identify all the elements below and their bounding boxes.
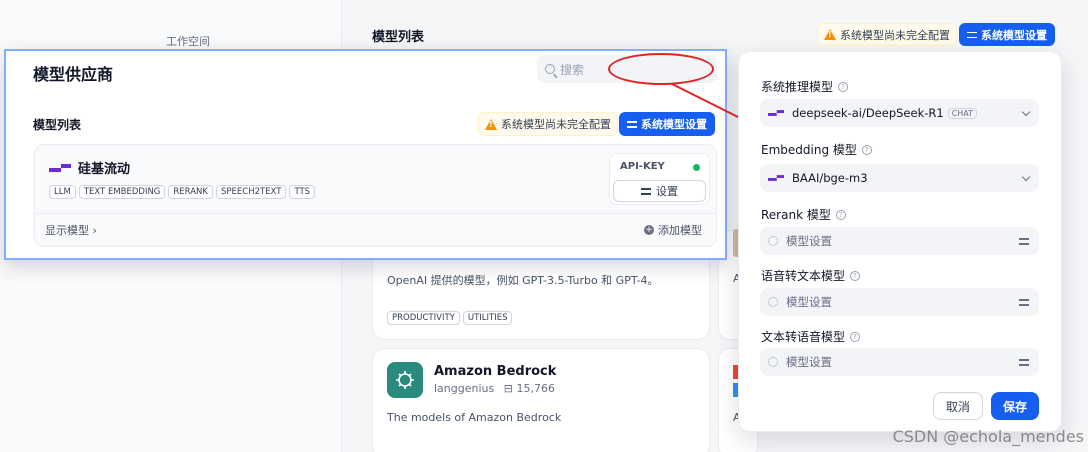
show-models-link[interactable]: 显示模型 › <box>45 222 97 238</box>
tts-model-label: 文本转语音模型 ? <box>761 328 861 345</box>
add-model-button[interactable]: + 添加模型 <box>644 222 702 238</box>
search-placeholder: 搜索 <box>560 62 585 77</box>
model-provider-popup: 模型供应商 搜索 模型列表 系统模型尚未完全配置 系统模型设置 硅基流动 LLM… <box>4 49 727 260</box>
siliconflow-logo-icon <box>768 110 784 116</box>
save-button[interactable]: 保存 <box>991 392 1039 420</box>
sliders-icon <box>1019 358 1029 366</box>
help-icon: ? <box>838 81 849 92</box>
bg-list-title: 模型列表 <box>372 30 425 45</box>
chevron-down-icon <box>1021 107 1031 117</box>
stt-placeholder: 模型设置 <box>786 295 832 309</box>
sliders-icon <box>1019 298 1029 306</box>
tag-speech2text: SPEECH2TEXT <box>216 185 287 199</box>
plus-circle-icon: + <box>644 225 654 235</box>
popup-title: 模型供应商 <box>33 65 114 84</box>
provider-settings-label: 设置 <box>656 185 678 198</box>
reasoning-model-value: deepseek-ai/DeepSeek-R1 <box>792 106 944 120</box>
rerank-model-select[interactable]: 模型设置 <box>760 227 1039 255</box>
provider-tags: LLM TEXT EMBEDDING RERANK SPEECH2TEXT TT… <box>49 185 318 199</box>
bedrock-name: Amazon Bedrock <box>434 364 557 379</box>
cancel-button[interactable]: 取消 <box>933 392 983 420</box>
bedrock-downloads: 15,766 <box>516 382 555 395</box>
stt-label-text: 语音转文本模型 <box>761 269 846 283</box>
help-icon: ? <box>850 331 861 342</box>
empty-model-icon <box>768 357 778 367</box>
bedrock-author: langgenius <box>434 382 495 395</box>
workspace-label: 工作空间 <box>166 35 210 48</box>
search-icon <box>545 64 555 74</box>
popup-warning-text: 系统模型尚未完全配置 <box>501 118 611 131</box>
chat-badge: CHAT <box>947 107 978 119</box>
embedding-model-select[interactable]: BAAI/bge-m3 <box>760 164 1039 192</box>
bedrock-icon <box>387 362 423 398</box>
help-icon: ? <box>850 270 861 281</box>
empty-model-icon <box>768 236 778 246</box>
chevron-right-icon: › <box>92 224 97 237</box>
stt-model-select[interactable]: 模型设置 <box>760 288 1039 316</box>
embedding-model-label: Embedding 模型 ? <box>761 141 872 158</box>
reasoning-model-label: 系统推理模型 ? <box>761 78 849 95</box>
reasoning-label-text: 系统推理模型 <box>761 80 834 94</box>
openai-tags: PRODUCTIVITY UTILITIES <box>387 311 515 325</box>
bedrock-description: The models of Amazon Bedrock <box>387 411 562 424</box>
reasoning-model-select[interactable]: deepseek-ai/DeepSeek-R1 CHAT <box>760 99 1039 127</box>
help-icon: ? <box>835 209 846 220</box>
system-model-settings-panel: 系统推理模型 ? deepseek-ai/DeepSeek-R1 CHAT Em… <box>738 51 1062 432</box>
rerank-label-text: Rerank 模型 <box>761 208 831 222</box>
sliders-icon <box>967 31 977 39</box>
rerank-model-label: Rerank 模型 ? <box>761 206 846 223</box>
rerank-placeholder: 模型设置 <box>786 234 832 248</box>
bg-system-settings-label: 系统模型设置 <box>981 28 1047 42</box>
tts-model-select[interactable]: 模型设置 <box>760 348 1039 376</box>
stt-model-label: 语音转文本模型 ? <box>761 267 861 284</box>
sliders-icon <box>1019 237 1029 245</box>
embedding-model-value: BAAI/bge-m3 <box>792 171 868 185</box>
sliders-icon <box>627 120 637 128</box>
bg-warning-pill: 系统模型尚未完全配置 <box>817 23 957 46</box>
sliders-icon <box>641 187 651 195</box>
popup-list-title: 模型列表 <box>33 118 82 132</box>
embedding-label-text: Embedding 模型 <box>761 143 857 157</box>
show-models-label: 显示模型 <box>45 224 89 237</box>
siliconflow-logo-icon <box>768 175 784 181</box>
divider <box>35 213 716 214</box>
status-dot-icon <box>693 164 700 171</box>
siliconflow-logo-icon <box>49 164 71 172</box>
tag: UTILITIES <box>462 311 513 325</box>
chevron-down-icon <box>1021 172 1031 182</box>
bedrock-meta: langgenius ⊟ 15,766 <box>434 382 555 395</box>
tag-llm: LLM <box>49 185 76 199</box>
bg-system-settings-button[interactable]: 系统模型设置 <box>959 23 1055 46</box>
api-key-label: API-KEY <box>620 161 665 172</box>
empty-model-icon <box>768 297 778 307</box>
warning-icon <box>485 118 497 130</box>
download-icon: ⊟ <box>503 382 513 395</box>
tag-rerank: RERANK <box>168 185 213 199</box>
tag: PRODUCTIVITY <box>387 311 460 325</box>
tag-text-embedding: TEXT EMBEDDING <box>78 185 166 199</box>
tag-tts: TTS <box>289 185 316 199</box>
warning-icon <box>824 29 836 40</box>
watermark: CSDN @echola_mendes <box>892 427 1084 446</box>
provider-card-siliconflow: 硅基流动 LLM TEXT EMBEDDING RERANK SPEECH2TE… <box>34 144 717 247</box>
provider-name: 硅基流动 <box>78 162 131 177</box>
add-model-label: 添加模型 <box>658 224 702 237</box>
api-key-box: API-KEY 设置 <box>609 153 710 205</box>
openai-description: OpenAI 提供的模型，例如 GPT-3.5-Turbo 和 GPT-4。 <box>387 274 659 287</box>
popup-warning-pill: 系统模型尚未完全配置 <box>478 112 618 136</box>
tts-label-text: 文本转语音模型 <box>761 330 846 344</box>
provider-settings-button[interactable]: 设置 <box>613 180 706 202</box>
bg-warning-text: 系统模型尚未完全配置 <box>840 28 950 42</box>
tts-placeholder: 模型设置 <box>786 355 832 369</box>
help-icon: ? <box>861 144 872 155</box>
